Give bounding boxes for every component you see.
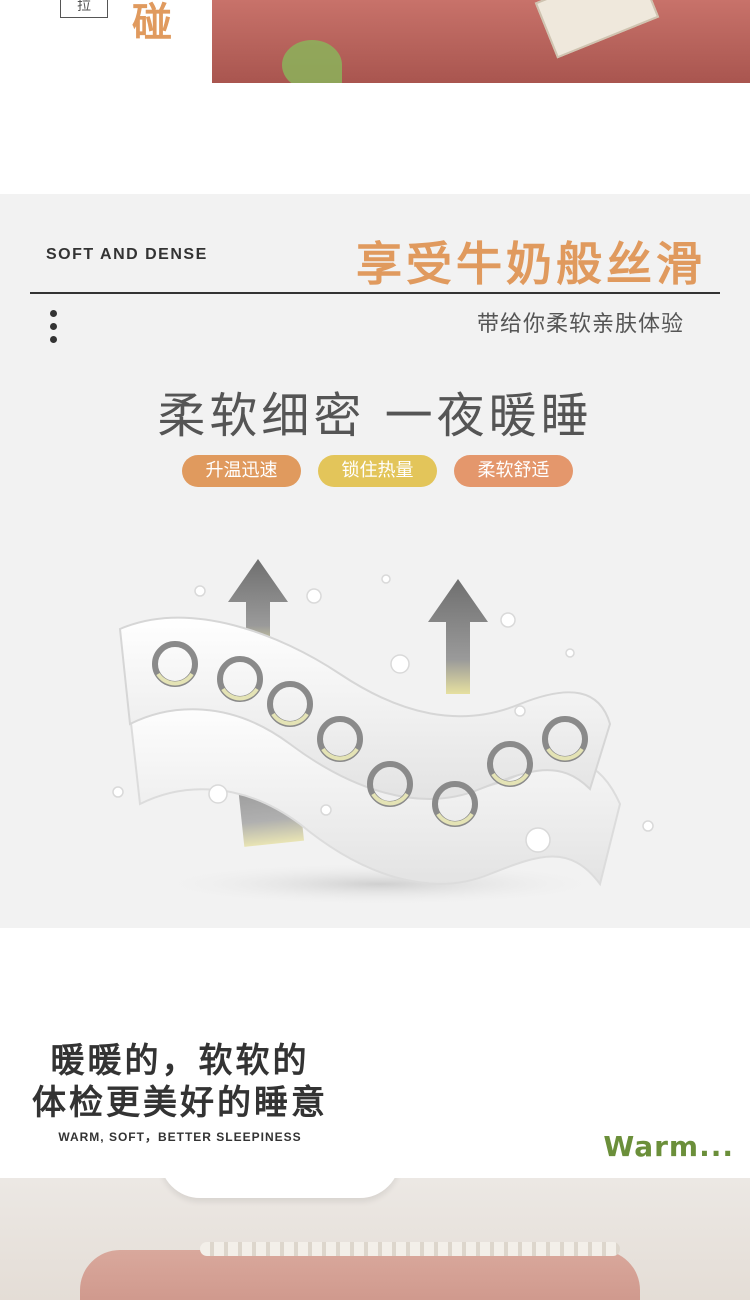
feature-tags: 升温迅速 锁住热量 柔软舒适	[182, 455, 573, 487]
top-box-char: 拉	[60, 0, 108, 18]
leaf-decoration	[282, 40, 342, 83]
section-en-label: SOFT AND DENSE	[46, 246, 208, 263]
warm-heading-line1: 暖暖的，软软的	[50, 1041, 310, 1081]
feature-panel: SOFT AND DENSE 享受牛奶般丝滑 带给你柔软亲肤体验 柔软细密 一夜…	[0, 194, 750, 928]
tag-soft-comfort: 柔软舒适	[454, 455, 573, 487]
section-subtitle: 带给你柔软亲肤体验	[476, 312, 684, 337]
divider-rule	[30, 292, 720, 294]
tag-lock-heat: 锁住热量	[318, 455, 437, 487]
warm-heading-en: WARM, SOFT，BETTER SLEEPINESS	[58, 1130, 302, 1144]
heat-arrow-right-icon	[428, 579, 488, 694]
top-product-strip: 拉 碰	[0, 0, 750, 84]
tag-heat-fast: 升温迅速	[182, 455, 301, 487]
rope-decoration	[200, 1242, 620, 1256]
warm-heading-line2: 体检更美好的睡意	[32, 1083, 328, 1123]
feature-headline: 柔软细密 一夜暖睡	[157, 388, 593, 444]
top-product-photo	[212, 0, 750, 83]
bottom-product-photo	[0, 1178, 750, 1300]
cup-decoration	[160, 1178, 400, 1198]
label-patch	[534, 0, 660, 59]
top-big-char: 碰	[132, 0, 172, 46]
section-title: 享受牛奶般丝滑	[356, 237, 706, 291]
vertical-dots-icon	[50, 310, 58, 349]
warm-script-text: Warm...	[603, 1130, 734, 1163]
blanket-fold	[80, 1250, 640, 1300]
warm-heading: 暖暖的，软软的 体检更美好的睡意 WARM, SOFT，BETTER SLEEP…	[0, 1040, 360, 1145]
fabric-layers-illustration	[112, 559, 654, 906]
